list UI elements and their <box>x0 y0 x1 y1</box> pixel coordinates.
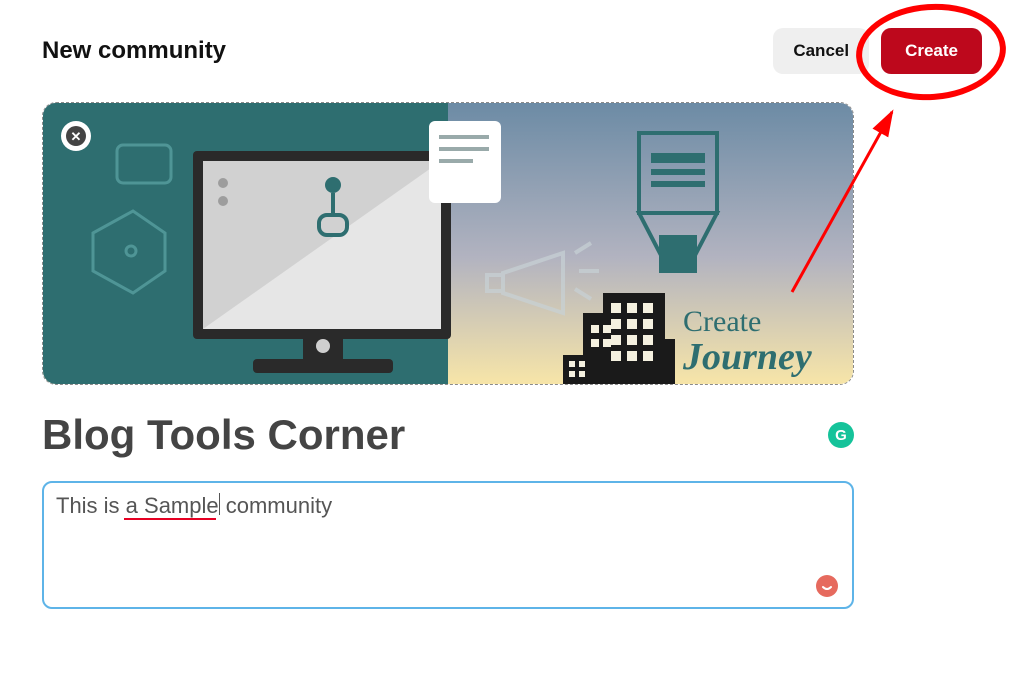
community-name-input[interactable]: Blog Tools Corner <box>42 411 405 459</box>
text-cursor <box>219 493 220 515</box>
header-actions: Cancel Create <box>773 28 982 74</box>
remove-cover-button[interactable]: ✕ <box>61 121 91 151</box>
create-button[interactable]: Create <box>881 28 982 74</box>
banner-caption-line1: Create <box>683 305 761 338</box>
banner-caption-line2: Journey <box>682 336 812 378</box>
grammarly-icon[interactable]: G <box>828 422 854 448</box>
community-description-input[interactable]: This is a Sample community <box>42 481 854 609</box>
header: New community Cancel Create <box>42 28 982 74</box>
grammarly-indicator-icon[interactable] <box>816 575 838 597</box>
cancel-button[interactable]: Cancel <box>773 28 869 74</box>
cover-image[interactable]: Create Journey ✕ <box>42 102 854 385</box>
page-title: New community <box>42 37 226 65</box>
cover-illustration: Create Journey <box>43 103 853 384</box>
spellcheck-underline <box>124 518 216 520</box>
description-text: This is a Sample community <box>56 493 332 519</box>
community-name-row: Blog Tools Corner G <box>42 411 854 459</box>
close-icon: ✕ <box>66 126 86 146</box>
